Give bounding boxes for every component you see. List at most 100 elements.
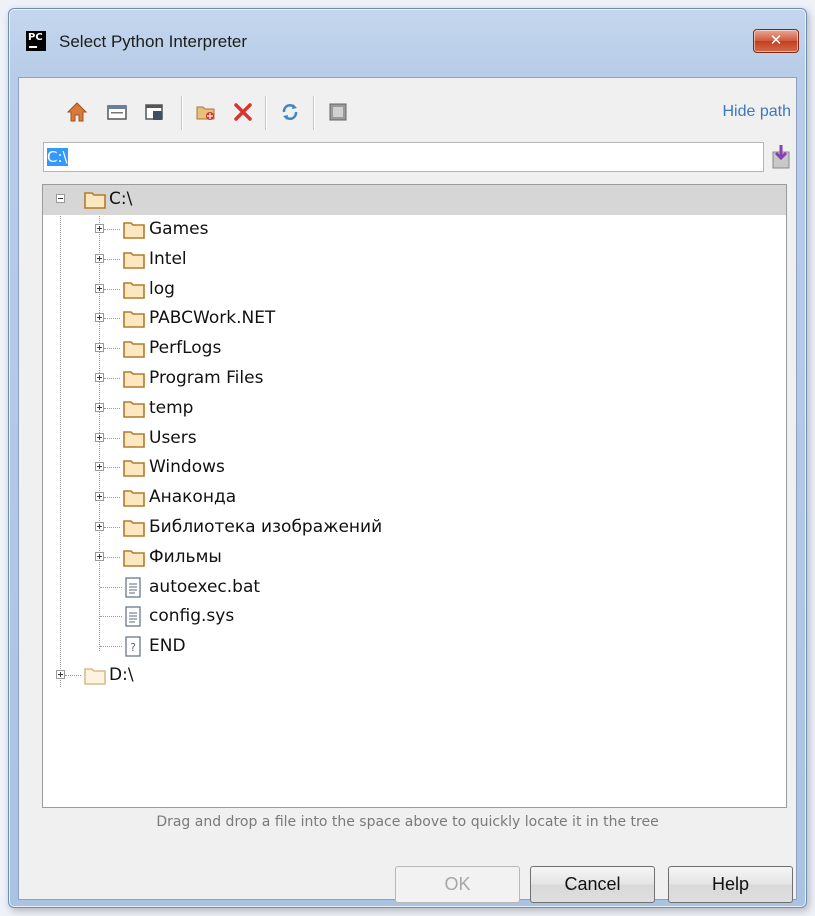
tree-guide-line	[100, 646, 122, 648]
folder-icon	[123, 520, 145, 537]
tree-guide-line	[104, 318, 120, 320]
title-bar[interactable]: PC Select Python Interpreter ✕	[9, 9, 806, 77]
new-folder-icon[interactable]	[195, 101, 217, 123]
tree-label: END	[149, 636, 186, 657]
cancel-button[interactable]: Cancel	[530, 866, 655, 903]
tree-label: D:\	[109, 665, 134, 685]
tree-row-folder[interactable]: PerfLogs	[43, 334, 786, 364]
pycharm-app-icon: PC	[26, 31, 46, 51]
dialog-window: PC Select Python Interpreter ✕ Hide path…	[8, 8, 807, 908]
expand-toggle[interactable]	[95, 253, 104, 263]
folder-icon	[123, 222, 145, 239]
unknown-file-icon: ?	[125, 636, 141, 657]
folder-icon	[123, 400, 145, 418]
delete-icon[interactable]	[232, 101, 254, 123]
expand-toggle[interactable]	[95, 283, 104, 293]
project-icon[interactable]	[144, 101, 166, 123]
tree-label: C:\	[109, 189, 133, 209]
tree-label: Intel	[149, 248, 187, 269]
tree-row-root-c[interactable]: C:\	[43, 185, 786, 215]
tree-label: Games	[149, 219, 209, 239]
tree-guide-line	[104, 527, 120, 528]
tree-label: Windows	[149, 457, 225, 478]
help-button[interactable]: Help	[668, 866, 793, 903]
path-value: C:\	[47, 148, 68, 166]
tree-label: Библиотека изображений	[149, 517, 383, 537]
tree-row-folder[interactable]: PABCWork.NET	[43, 304, 786, 334]
tree-row-file[interactable]: autoexec.bat	[43, 573, 786, 603]
tree-guide-line	[100, 616, 122, 618]
tree-guide-line	[104, 437, 120, 439]
tree-guide-line	[104, 288, 120, 290]
folder-icon	[123, 371, 145, 388]
expand-toggle[interactable]	[95, 462, 104, 472]
toolbar-separator	[313, 96, 315, 130]
expand-toggle[interactable]	[95, 432, 104, 442]
tree-guide-line	[104, 258, 120, 260]
tree-label: autoexec.bat	[149, 576, 261, 597]
tree-guide-line	[104, 407, 120, 409]
toolbar-separator	[265, 96, 267, 130]
tree-row-folder[interactable]: Windows	[43, 453, 786, 483]
expand-toggle[interactable]	[95, 224, 104, 233]
tree-label: config.sys	[149, 606, 235, 627]
hide-path-link[interactable]: Hide path	[723, 103, 792, 121]
svg-text:?: ?	[130, 641, 136, 654]
tree-guide-line	[104, 497, 120, 499]
folder-icon	[123, 311, 145, 329]
folder-icon	[123, 341, 145, 358]
tree-row-folder[interactable]: Games	[43, 215, 786, 245]
tree-guide-line	[100, 586, 122, 588]
tree-guide-line	[104, 467, 120, 469]
folder-icon	[123, 490, 145, 507]
tree-row-folder[interactable]: Intel	[43, 245, 786, 275]
tree-label: Users	[149, 427, 197, 448]
tree-guide-line	[104, 229, 120, 230]
tree-row-root-d[interactable]: D:\	[43, 661, 786, 691]
tree-row-folder[interactable]: log	[43, 275, 786, 305]
home-icon[interactable]	[66, 101, 88, 123]
folder-icon	[123, 251, 145, 269]
expand-toggle[interactable]	[95, 551, 104, 561]
tree-row-folder[interactable]: Users	[43, 424, 786, 454]
tree-label: PerfLogs	[149, 338, 222, 359]
collapse-toggle[interactable]	[56, 194, 65, 203]
tree-row-folder[interactable]: Анаконда	[43, 483, 786, 513]
expand-toggle[interactable]	[95, 522, 104, 531]
tree-label: PABCWork.NET	[149, 308, 276, 329]
path-navigate-icon[interactable]	[769, 144, 793, 170]
toolbar: Hide path	[19, 78, 796, 136]
tree-guide-line	[104, 378, 120, 379]
expand-toggle[interactable]	[95, 343, 104, 353]
tree-row-file[interactable]: config.sys	[43, 602, 786, 632]
expand-toggle[interactable]	[95, 373, 104, 382]
tree-row-file[interactable]: ? END	[43, 632, 786, 662]
tree-row-folder[interactable]: Фильмы	[43, 543, 786, 573]
dialog-content: Hide path C:\ C:\ Games Intel log PABCWork.…	[18, 77, 797, 903]
expand-toggle[interactable]	[95, 492, 104, 502]
show-hidden-icon[interactable]	[327, 101, 349, 123]
drag-drop-hint: Drag and drop a file into the space abov…	[156, 814, 659, 830]
folder-icon	[123, 460, 145, 478]
close-button[interactable]: ✕	[753, 29, 799, 53]
ok-button[interactable]: OK	[395, 866, 520, 903]
folder-icon	[123, 430, 145, 448]
desktop-icon[interactable]	[106, 101, 128, 123]
tree-row-folder[interactable]: temp	[43, 394, 786, 424]
tree-row-folder[interactable]: Библиотека изображений	[43, 513, 786, 543]
folder-icon	[123, 549, 145, 567]
refresh-icon[interactable]	[279, 101, 301, 123]
expand-toggle[interactable]	[95, 402, 104, 412]
tree-guide-line	[104, 348, 120, 350]
tree-guide-line	[65, 675, 81, 676]
file-tree[interactable]: C:\ Games Intel log PABCWork.NET PerfLogs Pro…	[42, 184, 787, 808]
tree-row-folder[interactable]: Program Files	[43, 364, 786, 394]
folder-icon	[84, 668, 106, 685]
expand-toggle[interactable]	[95, 313, 104, 323]
toolbar-separator	[181, 96, 183, 130]
folder-icon	[123, 281, 145, 299]
tree-label: Фильмы	[149, 546, 222, 567]
path-input[interactable]: C:\	[43, 142, 764, 172]
tree-label: Анаконда	[149, 487, 237, 508]
expand-toggle[interactable]	[56, 670, 65, 679]
